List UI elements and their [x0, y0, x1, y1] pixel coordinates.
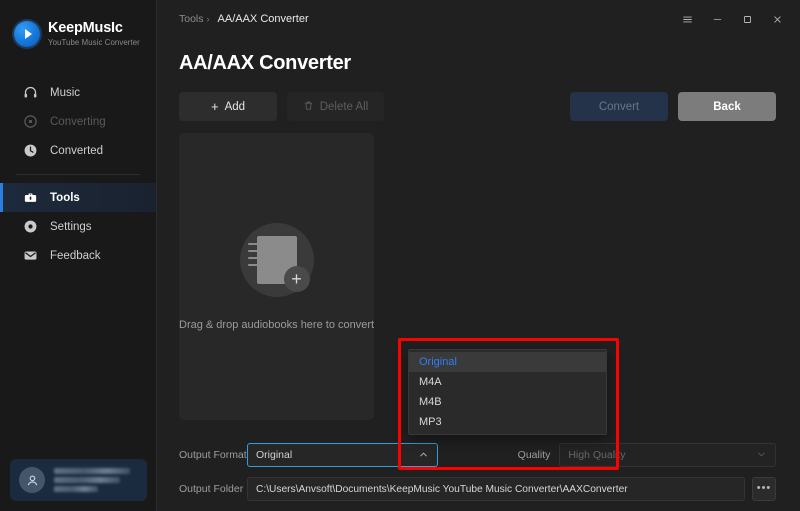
envelope-icon	[22, 248, 38, 264]
convert-button[interactable]: Convert	[570, 92, 668, 121]
sidebar-nav: Music Converting Converted Tools Setting…	[0, 78, 156, 270]
sidebar-item-label: Tools	[50, 191, 80, 204]
menu-icon[interactable]	[674, 7, 700, 31]
output-settings-form: Output Format Original Quality High Qual…	[179, 443, 776, 501]
back-button[interactable]: Back	[678, 92, 776, 121]
play-circle-icon	[14, 21, 40, 47]
minimize-icon[interactable]	[704, 7, 730, 31]
delete-all-button[interactable]: Delete All	[287, 92, 384, 121]
plus-icon: +	[210, 99, 219, 114]
trash-icon	[303, 100, 314, 114]
sidebar-divider	[16, 174, 140, 175]
dropdown-option-m4b[interactable]: M4B	[409, 392, 606, 412]
sidebar-item-feedback[interactable]: Feedback	[0, 241, 156, 270]
page-title: AA/AAX Converter	[179, 52, 351, 74]
sidebar-item-label: Converted	[50, 144, 104, 157]
sidebar-item-label: Feedback	[50, 249, 101, 262]
maximize-icon[interactable]	[734, 7, 760, 31]
toolbox-icon	[22, 190, 38, 206]
dropdown-option-m4a[interactable]: M4A	[409, 372, 606, 392]
sidebar-item-settings[interactable]: Settings	[0, 212, 156, 241]
brand-header: KeepMusIc YouTube Music Converter	[0, 0, 156, 52]
output-format-label: Output Format	[179, 449, 247, 461]
quality-select[interactable]: High Quality	[559, 443, 776, 467]
action-toolbar: + Add Delete All Convert Back	[179, 92, 776, 121]
refresh-circle-icon	[22, 114, 38, 130]
add-document-icon: +	[239, 222, 314, 297]
sidebar: KeepMusIc YouTube Music Converter Music	[0, 0, 157, 511]
add-button[interactable]: + Add	[179, 92, 277, 121]
output-format-value: Original	[256, 449, 293, 461]
breadcrumb-parent[interactable]: Tools	[179, 13, 204, 25]
chevron-right-icon: ›	[206, 14, 210, 24]
output-format-row: Output Format Original Quality High Qual…	[179, 443, 776, 467]
titlebar: Tools › AA/AAX Converter	[157, 0, 800, 38]
output-folder-label: Output Folder	[179, 483, 244, 495]
dropzone[interactable]: + Drag & drop audiobooks here to convert	[179, 133, 375, 420]
sidebar-item-label: Settings	[50, 220, 92, 233]
chevron-down-icon	[756, 449, 767, 462]
window-controls	[674, 7, 790, 31]
output-folder-input[interactable]	[247, 477, 745, 501]
output-format-select[interactable]: Original	[247, 443, 439, 467]
quality-label: Quality	[517, 449, 551, 461]
headphones-icon	[22, 85, 38, 101]
user-avatar-icon	[19, 467, 45, 493]
breadcrumb: Tools › AA/AAX Converter	[179, 13, 309, 25]
sidebar-item-converted[interactable]: Converted	[0, 136, 156, 165]
account-name-redacted	[54, 468, 130, 492]
output-folder-row: Output Folder •••	[179, 477, 776, 501]
delete-all-button-label: Delete All	[319, 100, 369, 113]
sidebar-item-music[interactable]: Music	[0, 78, 156, 107]
dropdown-option-original[interactable]: Original	[409, 352, 606, 372]
app-window: KeepMusIc YouTube Music Converter Music	[0, 0, 800, 511]
account-panel[interactable]	[10, 459, 147, 501]
quality-value: High Quality	[568, 449, 626, 461]
clock-icon	[22, 143, 38, 159]
breadcrumb-current: AA/AAX Converter	[217, 13, 309, 25]
close-icon[interactable]	[764, 7, 790, 31]
browse-folder-button[interactable]: •••	[752, 477, 776, 501]
brand-name: KeepMusIc	[48, 20, 123, 37]
dropdown-option-mp3[interactable]: MP3	[409, 412, 606, 432]
sidebar-item-label: Music	[50, 86, 81, 99]
sidebar-item-converting[interactable]: Converting	[0, 107, 156, 136]
dropzone-text: Drag & drop audiobooks here to convert	[179, 318, 375, 331]
brand-tagline: YouTube Music Converter	[48, 37, 140, 47]
chevron-up-icon	[418, 449, 429, 462]
output-format-dropdown-list: Original M4A M4B MP3	[408, 349, 607, 435]
add-button-label: Add	[224, 100, 246, 113]
sidebar-item-tools[interactable]: Tools	[0, 183, 156, 212]
sidebar-item-label: Converting	[50, 115, 106, 128]
gear-icon	[22, 219, 38, 235]
main-content: Tools › AA/AAX Converter AA/AAX Converte…	[157, 0, 800, 511]
